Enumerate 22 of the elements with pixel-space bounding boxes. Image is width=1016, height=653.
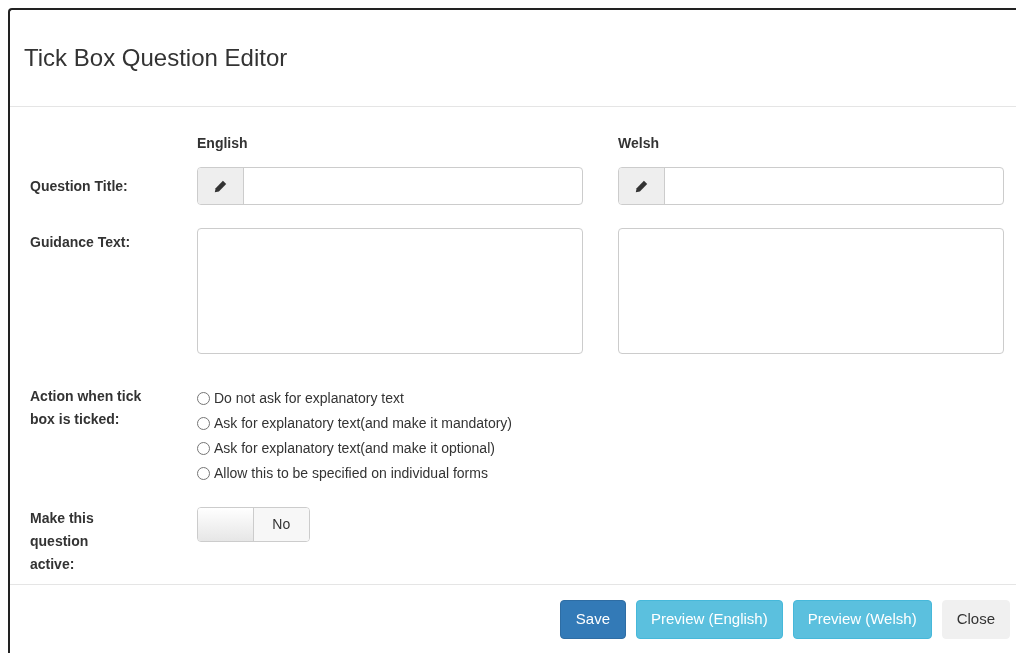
pencil-icon [214, 179, 227, 193]
close-button[interactable]: Close [941, 599, 1010, 639]
field-label: Guidance Text: [30, 234, 131, 250]
dialog-title: Tick Box Question Editor [24, 46, 288, 70]
radio-button[interactable] [197, 466, 210, 480]
column-heading: Welsh [618, 135, 659, 151]
field-label: Action when tick box is ticked: [30, 388, 142, 427]
toggle-switch[interactable]: No [197, 507, 310, 542]
option-label: Ask for explanatory text(and make it optional) [214, 439, 495, 458]
save-button[interactable]: Save [559, 599, 626, 639]
pencil-icon [635, 179, 648, 193]
text-input[interactable] [618, 167, 1004, 205]
option-label: Allow this to be specified on individual forms [214, 464, 488, 483]
option-label: Ask for explanatory text(and make it mandatory) [214, 414, 513, 433]
field-label: Make this question active: [30, 510, 94, 572]
column-heading: English [197, 135, 248, 151]
radio-button[interactable] [197, 391, 210, 405]
option-label: Do not ask for explanatory text [214, 389, 404, 408]
text-input[interactable] [197, 167, 583, 205]
radio-button[interactable] [197, 441, 210, 455]
field-label: Question Title: [30, 177, 128, 194]
radio-button[interactable] [197, 416, 210, 430]
